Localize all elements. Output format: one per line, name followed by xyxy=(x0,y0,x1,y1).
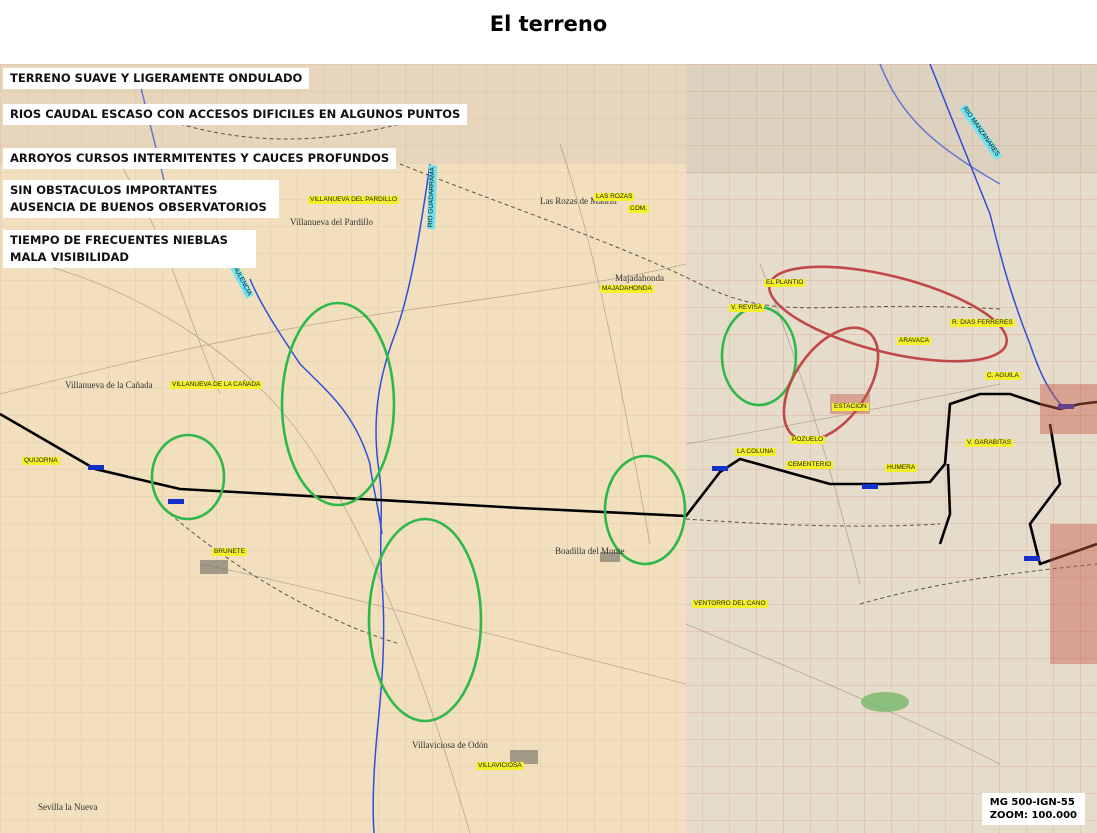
place-brunete: BRUNETE xyxy=(212,548,248,556)
place-pozuelo: POZUELO xyxy=(790,436,826,444)
place-estacion: ESTACION xyxy=(832,403,869,411)
town-villaviciosa: Villaviciosa de Odón xyxy=(412,740,488,750)
note-terreno: TERRENO SUAVE Y LIGERAMENTE ONDULADO xyxy=(3,68,310,89)
place-com: COM. xyxy=(628,205,649,213)
place-villanueva-pardillo: VILLANUEVA DEL PARDILLO xyxy=(308,196,399,204)
place-r-dias-ferreres: R. DIAS FERRERES xyxy=(950,319,1015,327)
green-park xyxy=(861,692,909,712)
place-aravaca: ARAVACA xyxy=(897,337,932,345)
place-humera: HUMERA xyxy=(885,464,918,472)
map-reference: MG 500-IGN-55 ZOOM: 100.000 xyxy=(981,793,1085,825)
town-villanueva-pardillo: Villanueva del Pardillo xyxy=(290,217,373,227)
note-obstaculos: SIN OBSTACULOS IMPORTANTES AUSENCIA DE B… xyxy=(3,180,279,218)
place-v-revisa: V. REVISA xyxy=(729,304,765,312)
map-reference-zoom: ZOOM: 100.000 xyxy=(989,810,1077,821)
note-nieblas-line1: TIEMPO DE FRECUENTES NIEBLAS xyxy=(10,233,228,247)
town-sevilla-nueva: Sevilla la Nueva xyxy=(38,802,98,812)
place-la-coluna: LA COLUNA xyxy=(735,448,776,456)
place-villaviciosa: VILLAVICIOSA xyxy=(476,762,524,770)
note-nieblas: TIEMPO DE FRECUENTES NIEBLAS MALA VISIBI… xyxy=(3,230,256,268)
note-nieblas-line2: MALA VISIBILIDAD xyxy=(10,250,129,264)
place-el-plantio: EL PLANTIO xyxy=(764,279,806,287)
slide-title: El terreno xyxy=(489,12,608,36)
note-arroyos: ARROYOS CURSOS INTERMITENTES Y CAUCES PR… xyxy=(3,148,397,169)
place-c-aguila: C. AGUILA xyxy=(985,372,1021,380)
note-obstaculos-line1: SIN OBSTACULOS IMPORTANTES xyxy=(10,183,218,197)
town-villanueva-canada: Villanueva de la Cañada xyxy=(65,380,153,390)
place-las-rozas: LAS ROZAS xyxy=(594,193,635,201)
note-obstaculos-line2: AUSENCIA DE BUENOS OBSERVATORIOS xyxy=(10,200,267,214)
place-cementerio: CEMENTERIO xyxy=(786,461,834,469)
place-quijorna: QUIJORNA xyxy=(22,457,60,465)
place-majadahonda: MAJADAHONDA xyxy=(600,285,654,293)
place-villanueva-canada: VILLANUEVA DE LA CAÑADA xyxy=(170,381,263,389)
town-majadahonda: Majadahonda xyxy=(615,273,664,283)
town-boadilla: Boadilla del Monte xyxy=(555,546,625,556)
map-reference-sheet: MG 500-IGN-55 xyxy=(989,797,1075,808)
terrain-map: Villanueva del Pardillo Las Rozas de Mad… xyxy=(0,64,1097,833)
urban-brunete xyxy=(200,560,228,574)
note-rios: RIOS CAUDAL ESCASO CON ACCESOS DIFICILES… xyxy=(3,104,468,125)
place-ventorro-del-cano: VENTORRO DEL CANO xyxy=(692,600,768,608)
place-v-garabitas: V. GARABITAS xyxy=(965,439,1014,447)
